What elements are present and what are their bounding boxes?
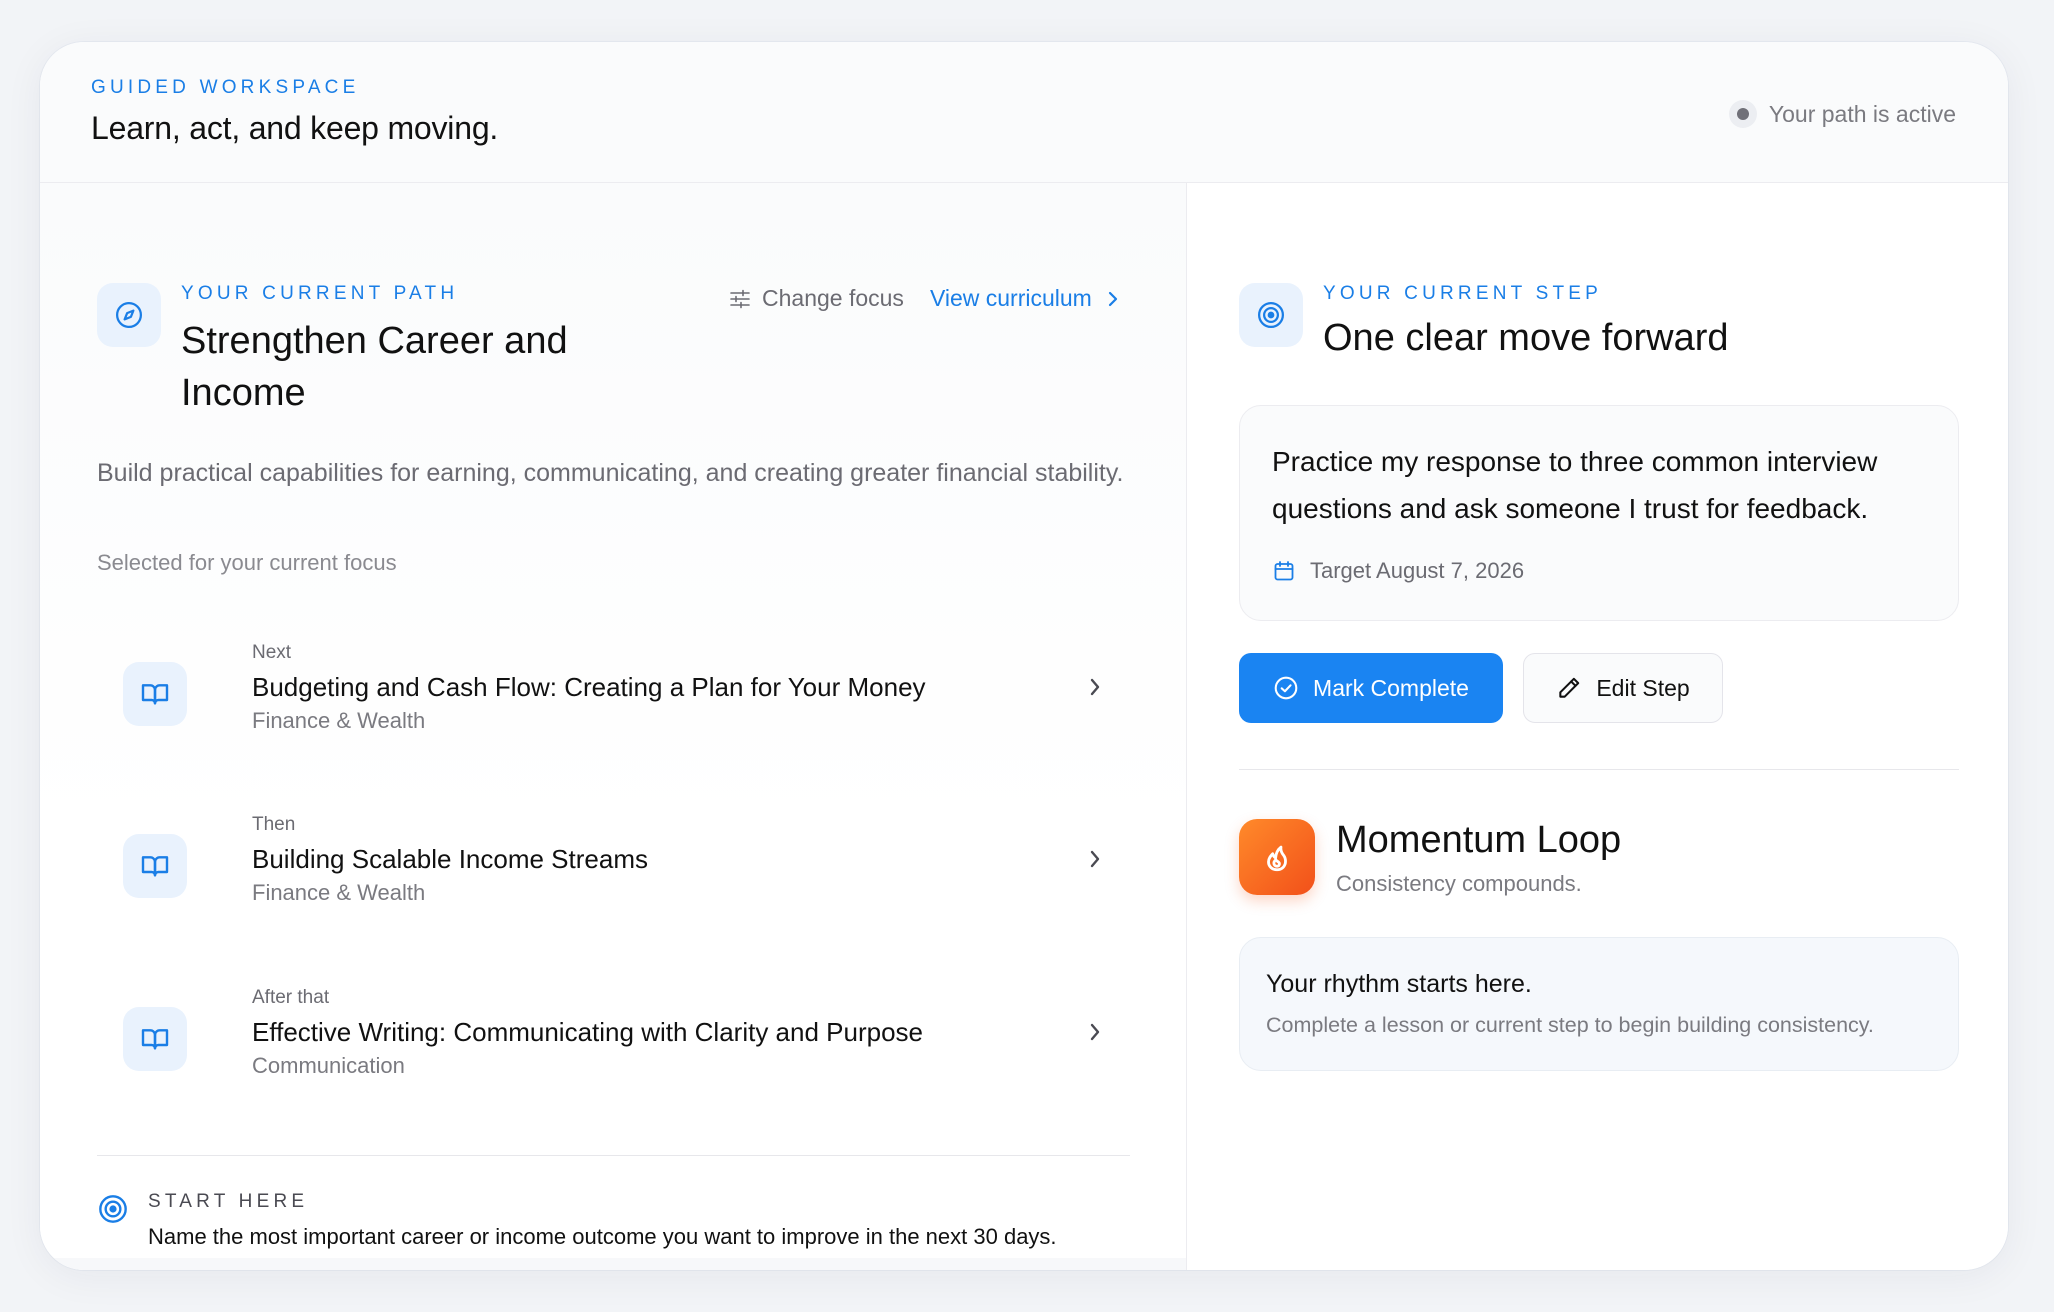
sliders-icon: [730, 289, 750, 308]
section-divider: [97, 1155, 1130, 1156]
chevron-right-icon: [1090, 850, 1100, 868]
status-dot-icon: [1728, 100, 1757, 128]
start-here-eyebrow: START HERE: [148, 1191, 309, 1212]
momentum-subtitle: Consistency compounds.: [1336, 871, 1582, 896]
path-eyebrow: YOUR CURRENT PATH: [181, 283, 459, 304]
lesson-kicker: After that: [252, 987, 330, 1008]
lesson-category: Finance & Wealth: [252, 880, 426, 905]
lesson-item[interactable]: Then Building Scalable Income Streams Fi…: [97, 814, 1137, 934]
path-subtitle: Selected for your current focus: [97, 550, 397, 575]
lesson-title: Building Scalable Income Streams: [252, 844, 648, 874]
chevron-right-icon: [1108, 291, 1117, 306]
change-focus-label: Change focus: [762, 285, 904, 311]
path-description: Build practical capabilities for earning…: [97, 459, 1124, 487]
edit-step-button[interactable]: Edit Step: [1523, 653, 1723, 723]
change-focus-button[interactable]: Change focus: [728, 285, 904, 312]
page-title: Learn, act, and keep moving.: [91, 110, 499, 146]
target-icon: [99, 1195, 127, 1223]
lesson-kicker: Next: [252, 642, 292, 663]
step-title: One clear move forward: [1323, 317, 1729, 359]
start-here-text: Name the most important career or income…: [148, 1224, 1057, 1249]
chevron-right-icon: [1090, 678, 1100, 696]
step-eyebrow: YOUR CURRENT STEP: [1323, 283, 1603, 304]
calendar-icon: [1274, 561, 1294, 581]
momentum-title: Momentum Loop: [1336, 819, 1622, 861]
step-target-date: Target August 7, 2026: [1272, 558, 1524, 584]
workspace-header: GUIDED WORKSPACE Learn, act, and keep mo…: [40, 42, 2008, 183]
lesson-title: Effective Writing: Communicating with Cl…: [252, 1017, 923, 1047]
view-curriculum-label: View curriculum: [929, 285, 1092, 311]
view-curriculum-link[interactable]: View curriculum: [930, 285, 1120, 312]
lesson-item[interactable]: Next Budgeting and Cash Flow: Creating a…: [97, 642, 1137, 762]
lesson-title: Budgeting and Cash Flow: Creating a Plan…: [252, 672, 926, 702]
workspace-card: GUIDED WORKSPACE Learn, act, and keep mo…: [40, 42, 2008, 1270]
rhythm-text: Complete a lesson or current step to beg…: [1266, 1013, 1874, 1037]
panel-footer-strip: [40, 1258, 1186, 1270]
section-divider: [1239, 769, 1959, 770]
rhythm-title: Your rhythm starts here.: [1266, 970, 1532, 998]
book-icon: [123, 1007, 187, 1071]
chevron-right-icon: [1090, 1023, 1100, 1041]
mark-complete-label: Mark Complete: [1313, 674, 1469, 701]
edit-step-label: Edit Step: [1596, 674, 1690, 701]
path-title: Strengthen Career and Income: [181, 320, 568, 414]
target-icon: [1239, 283, 1303, 347]
current-step-panel: YOUR CURRENT STEP One clear move forward…: [1187, 183, 2008, 1270]
current-path-panel: YOUR CURRENT PATH Strengthen Career and …: [40, 183, 1187, 1270]
step-card: Practice my response to three common int…: [1239, 405, 1959, 621]
status-label: Your path is active: [1768, 100, 1956, 127]
book-icon: [123, 662, 187, 726]
target-date-label: Target August 7, 2026: [1310, 558, 1525, 583]
path-actions: Change focus View curriculum: [728, 285, 1120, 312]
compass-icon: [97, 283, 161, 347]
lesson-kicker: Then: [252, 814, 296, 835]
lesson-item[interactable]: After that Effective Writing: Communicat…: [97, 987, 1137, 1107]
lesson-category: Finance & Wealth: [252, 708, 426, 733]
check-circle-icon: [1274, 676, 1298, 700]
flame-icon: [1239, 819, 1315, 895]
header-eyebrow: GUIDED WORKSPACE: [91, 77, 360, 98]
mark-complete-button[interactable]: Mark Complete: [1239, 653, 1503, 723]
pencil-icon: [1559, 677, 1580, 698]
lesson-category: Communication: [252, 1053, 405, 1078]
step-text: Practice my response to three common int…: [1272, 446, 1878, 524]
book-icon: [123, 834, 187, 898]
rhythm-card: Your rhythm starts here. Complete a less…: [1239, 937, 1959, 1071]
path-status: Your path is active: [1728, 100, 1956, 128]
